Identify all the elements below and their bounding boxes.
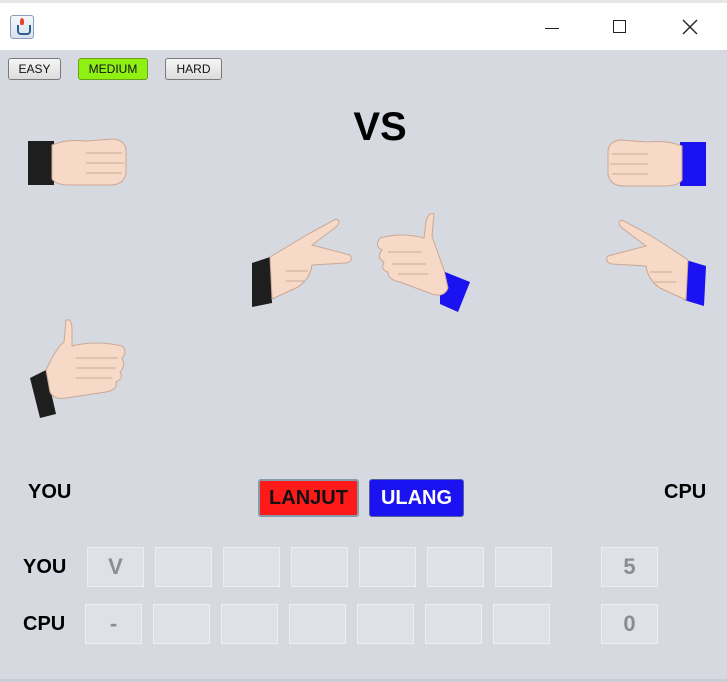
scoreboard-cpu-label: CPU [23, 613, 66, 635]
cpu-round-cell [357, 604, 414, 644]
you-round-cell [155, 547, 212, 587]
cpu-round-cell [221, 604, 278, 644]
cpu-round-cell [425, 604, 482, 644]
vs-label: VS [353, 105, 407, 149]
close-icon [682, 19, 698, 35]
you-round-cell [223, 547, 280, 587]
cpu-rock-hand[interactable] [604, 136, 708, 192]
medium-button[interactable]: MEDIUM [78, 58, 148, 80]
cpu-round-cell: - [85, 604, 142, 644]
cpu-round-cell [153, 604, 210, 644]
player-selected-scissors-hand [252, 218, 352, 307]
ulang-button[interactable]: ULANG [369, 479, 464, 517]
player-label: YOU [28, 481, 72, 503]
you-round-cell: V [87, 547, 144, 587]
cpu-round-cell [493, 604, 550, 644]
cpu-scissors-hand[interactable] [604, 216, 708, 310]
you-total-cell: 5 [601, 547, 658, 587]
close-button[interactable] [667, 3, 713, 50]
title-bar [0, 0, 727, 50]
easy-button[interactable]: EASY [8, 58, 61, 80]
cpu-selected-paper-hand [376, 213, 470, 312]
player-paper-hand[interactable] [26, 318, 130, 420]
minimize-button[interactable] [529, 3, 575, 50]
you-round-cell [359, 547, 416, 587]
cpu-label: CPU [664, 481, 707, 503]
you-round-cell [427, 547, 484, 587]
cpu-total-cell: 0 [601, 604, 658, 644]
scoreboard-you-label: YOU [23, 556, 67, 578]
you-round-cell [495, 547, 552, 587]
maximize-button[interactable] [597, 3, 643, 50]
you-round-cell [291, 547, 348, 587]
lanjut-button[interactable]: LANJUT [258, 479, 359, 517]
hard-button[interactable]: HARD [165, 58, 222, 80]
player-rock-hand[interactable] [26, 133, 130, 193]
maximize-icon [613, 20, 626, 33]
minimize-icon [545, 28, 559, 29]
java-app-icon [10, 15, 34, 39]
cpu-round-cell [289, 604, 346, 644]
